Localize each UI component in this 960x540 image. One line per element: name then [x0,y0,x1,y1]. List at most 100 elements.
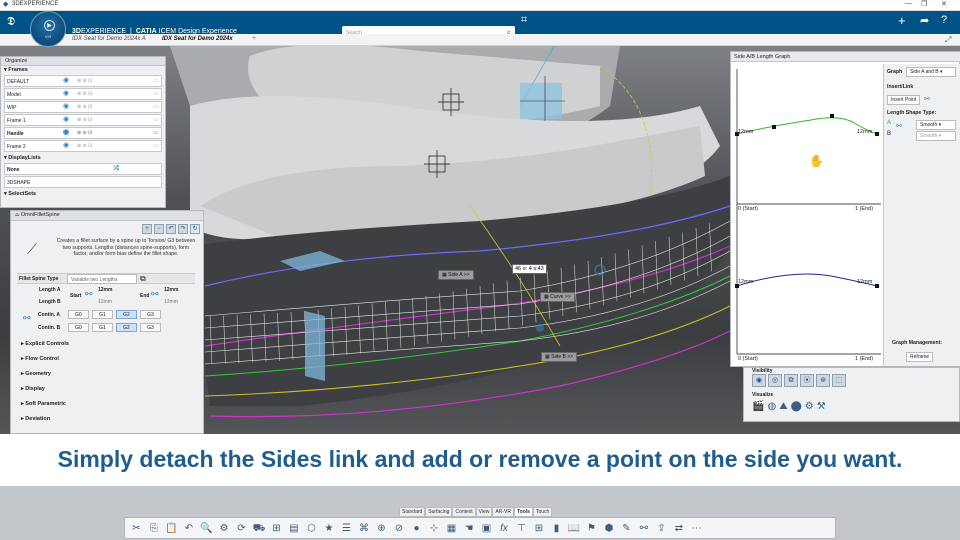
frame-options-icon[interactable]: ▭ [153,91,158,97]
contin-b-g1[interactable]: G1 [92,323,113,332]
minus-icon[interactable]: − [154,224,164,234]
star-icon[interactable]: ★ [323,522,336,535]
insert-point-button[interactable]: Insert Point [887,95,921,105]
frame-tools-icon[interactable]: ⊕ ⊘ ⊡ [77,117,92,123]
frame-item[interactable]: Handle ◉ ⊕ ⊘ ⊡ ▭ [4,127,162,139]
grid-icon[interactable]: ▦ [445,522,458,535]
eye-icon[interactable]: ◉ [63,129,69,137]
contin-link-icon[interactable]: ⚯ [23,313,31,324]
frame-options-icon[interactable]: ▭ [153,117,158,123]
options-icon[interactable]: ⋯ [690,522,703,535]
frames-section[interactable]: ▾ Frames [1,66,165,74]
displaylists-section[interactable]: ▾ DisplayLists [1,154,165,162]
film-icon[interactable]: ▣ [480,522,493,535]
structure-icon[interactable]: ⊞ [270,522,283,535]
graph-select[interactable]: Side A and B ▾ [906,67,956,77]
section-explicit-controls[interactable]: ▸ Explicit Controls [21,341,69,347]
section-geometry[interactable]: ▸ Geometry [21,371,51,377]
play-icon[interactable]: ▶ [44,20,55,31]
cube-icon[interactable]: ⬡ [305,522,318,535]
eye-icon[interactable]: ◉ [63,90,69,98]
table-icon[interactable]: ⊞ [533,522,546,535]
action-tab[interactable]: Touch [532,507,553,517]
frame-tools-icon[interactable]: ⊕ ⊘ ⊡ [77,143,92,149]
help-icon[interactable]: ? [941,14,947,26]
swap-icon[interactable]: ⧉ [784,374,798,387]
formula-icon[interactable]: fx [498,522,511,535]
compass-widget[interactable]: ▶ V,R [30,11,66,47]
end-link-icon[interactable]: ⚯ [151,289,159,300]
undo-icon[interactable]: ↶ [166,224,176,234]
package-icon[interactable]: ⬢ [603,522,616,535]
material-icon[interactable]: ⬤ [791,401,802,412]
globe-icon[interactable]: ◍ [767,401,776,412]
action-tab[interactable]: Tools [513,507,533,517]
reframe-button[interactable]: Reframe [906,352,934,362]
graph-toggle-icon[interactable]: ⧉ [140,274,146,284]
sphere-icon[interactable]: ● [410,522,423,535]
add-icon[interactable]: + [142,224,152,234]
eye-icon[interactable]: ◉ [63,103,69,111]
new-tab-icon[interactable]: + [252,35,256,42]
section-soft-parametric[interactable]: ▸ Soft Parametric [21,401,66,407]
frame-tools-icon[interactable]: ⊕ ⊘ ⊡ [77,130,92,136]
spine-type-select[interactable]: Variable two Lengths [67,274,137,284]
side-b-label[interactable]: ▦ Side B >> [541,352,578,362]
section-flow-control[interactable]: ▸ Flow Control [21,356,59,362]
bar-icon[interactable]: ▮ [550,522,563,535]
close-button[interactable]: ✕ [941,0,947,8]
cut-icon[interactable]: ✂ [130,522,143,535]
flag-icon[interactable]: ⚑ [585,522,598,535]
contin-a-g1[interactable]: G1 [92,310,113,319]
update-icon[interactable]: ⟳ [235,522,248,535]
frame-options-icon[interactable]: ▭ [153,143,158,149]
hide-icon[interactable]: ◎ [768,374,782,387]
frame-tools-icon[interactable]: ⊕ ⊘ ⊡ [77,104,92,110]
paste-icon[interactable]: 📋 [165,522,178,535]
shape-link-icon[interactable]: ⚯ [896,122,902,130]
tab-seat-active[interactable]: IDX Seat for Demo 2024x [162,36,233,42]
curve-label[interactable]: ▦ Curve >> [540,292,575,302]
zoom-icon[interactable]: 🔍 [200,522,213,535]
frame-options-icon[interactable]: ▭ [153,104,158,110]
end-a-value[interactable]: 12mm [164,287,178,293]
snap-icon[interactable]: ⊹ [428,522,441,535]
parameter-icon[interactable]: ⊤ [515,522,528,535]
frame-item[interactable]: Model ◉ ⊕ ⊘ ⊡ ▭ [4,88,162,100]
link-toggle-icon[interactable]: ⚯ [924,95,930,103]
frame-options-icon[interactable]: ▭ [153,130,158,136]
frame-options-icon[interactable]: ▭ [153,78,158,84]
measure-icon[interactable]: ⊕ [375,522,388,535]
pen-icon[interactable]: ✎ [620,522,633,535]
link-icon[interactable]: ⚯ [638,522,651,535]
shape-b-select[interactable]: Smooth ▾ [916,131,956,141]
contin-a-g2[interactable]: G2 [116,310,137,319]
end-b-value[interactable]: 12mm [164,299,178,305]
refresh-icon[interactable]: ↻ [190,224,200,234]
render-icon[interactable]: ⛰ [779,401,787,412]
link-icon[interactable]: ⤨ [113,165,119,173]
tree-icon[interactable]: ⌘ [358,522,371,535]
section-display[interactable]: ▸ Display [21,386,45,392]
frame-tools-icon[interactable]: ⊕ ⊘ ⊡ [77,91,92,97]
vehicle-icon[interactable]: ⛟ [253,522,266,535]
add-icon[interactable]: + [898,13,906,28]
action-tab[interactable]: AR-VR [492,507,514,517]
eye-icon[interactable]: ◉ [63,142,69,150]
frame-item[interactable]: Frame 1 ◉ ⊕ ⊘ ⊡ ▭ [4,114,162,126]
contin-b-g0[interactable]: G0 [68,323,89,332]
book-icon[interactable]: 📖 [568,522,581,535]
isolate-icon[interactable]: ⊛ [816,374,830,387]
show-icon[interactable]: ◉ [752,374,766,387]
select-visible-icon[interactable]: ⬚ [832,374,846,387]
hand-icon[interactable]: ☚ [463,522,476,535]
frame-item[interactable]: Frame 2 ◉ ⊕ ⊘ ⊡ ▭ [4,140,162,152]
contin-b-g2[interactable]: G2 [116,323,137,332]
restore-button[interactable]: ❐ [921,0,927,8]
shape-a-select[interactable]: Smooth ▾ [916,120,956,130]
clapper-icon[interactable]: 🎬 [752,401,764,412]
minimize-button[interactable]: — [905,0,912,7]
export-icon[interactable]: ⇪ [655,522,668,535]
frame-item[interactable]: DEFAULT ◉ ⊕ ⊘ ⊡ ▭ [4,75,162,87]
share-icon[interactable]: ➦ [920,14,929,27]
